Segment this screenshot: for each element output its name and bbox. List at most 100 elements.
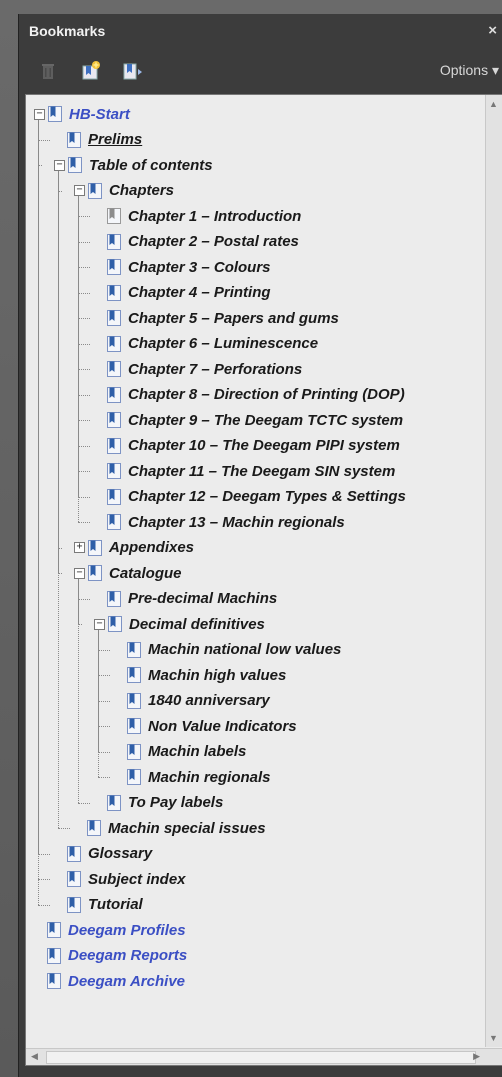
bookmarks-tree-container: − HB-Start Prelims − Table of contents − Chapt… xyxy=(25,94,502,1066)
bookmark-item[interactable]: To Pay labels xyxy=(94,792,223,814)
tree-connector xyxy=(78,267,90,268)
bookmark-item[interactable]: Chapter 5 – Papers and gums xyxy=(94,307,339,329)
bookmark-label: Non Value Indicators xyxy=(148,717,297,735)
options-menu[interactable]: Options ▾ xyxy=(440,62,499,79)
bookmark-item[interactable]: Chapter 2 – Postal rates xyxy=(94,231,299,253)
bookmark-item[interactable]: Deegam Archive xyxy=(34,970,185,992)
vertical-scrollbar[interactable]: ▲ ▼ xyxy=(485,95,502,1047)
bookmark-item[interactable]: − HB-Start xyxy=(34,103,130,125)
collapse-icon[interactable]: − xyxy=(74,185,85,196)
bookmark-label: Chapter 4 – Printing xyxy=(128,284,271,301)
bookmark-item[interactable]: Chapter 10 – The Deegam PIPI system xyxy=(94,435,400,457)
bookmark-label: 1840 anniversary xyxy=(148,692,270,709)
bookmark-label: Machin labels xyxy=(148,743,247,760)
collapse-icon[interactable]: − xyxy=(34,108,45,120)
expand-bookmark-icon[interactable] xyxy=(121,60,143,82)
bookmark-item[interactable]: Chapter 8 – Direction of Printing (DOP) xyxy=(94,384,405,406)
bookmark-item[interactable]: − Decimal definitives xyxy=(94,613,265,635)
scroll-left-icon[interactable]: ◀ xyxy=(31,1051,38,1062)
bookmark-item[interactable]: Deegam Reports xyxy=(34,945,187,967)
close-icon[interactable]: × xyxy=(488,22,497,39)
tree-connector xyxy=(78,394,90,396)
bookmark-item[interactable]: Chapter 3 – Colours xyxy=(94,256,271,278)
tree-connector xyxy=(78,343,90,345)
tree-connector xyxy=(78,369,90,370)
bookmark-label: Chapter 11 – The Deegam SIN system xyxy=(128,462,396,480)
bookmarks-panel: Bookmarks × Options ▾ − HB-Start Prelims… xyxy=(18,14,502,1077)
bookmark-icon xyxy=(107,310,121,326)
bookmark-item[interactable]: Chapter 9 – The Deegam TCTC system xyxy=(94,409,403,431)
bookmark-label: Chapter 1 – Introduction xyxy=(128,207,302,225)
bookmark-icon xyxy=(47,922,61,938)
collapse-icon[interactable]: − xyxy=(74,567,85,579)
bookmark-label: Machin high values xyxy=(148,666,287,684)
bookmark-item[interactable]: − Table of contents xyxy=(54,154,213,176)
bookmark-icon xyxy=(107,488,121,505)
bookmark-label: Catalogue xyxy=(109,564,182,582)
bookmark-label: Subject index xyxy=(88,870,186,888)
horizontal-scrollbar[interactable]: ◀ ▶ xyxy=(26,1048,502,1065)
bookmark-item[interactable]: Machin labels xyxy=(114,741,246,763)
chevron-down-icon: ▾ xyxy=(491,62,499,78)
bookmark-label: Prelims xyxy=(88,131,143,148)
bookmark-icon xyxy=(107,335,121,352)
collapse-icon[interactable]: − xyxy=(94,618,105,630)
tree-connector xyxy=(38,139,50,141)
tree-connector xyxy=(98,649,110,651)
trash-icon[interactable] xyxy=(37,60,59,82)
collapse-icon[interactable]: − xyxy=(54,159,65,171)
scroll-right-icon[interactable]: ▶ xyxy=(473,1051,480,1062)
bookmark-item[interactable]: Chapter 1 – Introduction xyxy=(94,205,301,227)
scroll-up-icon[interactable]: ▲ xyxy=(489,99,498,109)
bookmark-item[interactable]: Chapter 4 – Printing xyxy=(94,282,271,304)
tree-connector xyxy=(78,241,90,243)
bookmark-item[interactable]: Chapter 7 – Perforations xyxy=(94,358,302,380)
bookmark-item[interactable]: − Catalogue xyxy=(74,562,182,584)
bookmark-icon xyxy=(107,284,121,301)
bookmark-label: Appendixes xyxy=(109,539,195,556)
bookmark-item[interactable]: Glossary xyxy=(54,843,152,865)
bookmark-icon xyxy=(107,463,121,479)
bookmark-icon xyxy=(47,973,61,989)
bookmark-item[interactable]: Chapter 11 – The Deegam SIN system xyxy=(94,460,395,482)
bookmark-item[interactable]: Pre-decimal Machins xyxy=(94,588,277,610)
bookmark-label: Glossary xyxy=(88,845,153,862)
bookmark-icon xyxy=(127,667,141,683)
tree-connector xyxy=(58,547,62,549)
bookmark-item[interactable]: Tutorial xyxy=(54,894,143,916)
bookmark-item[interactable]: Machin regionals xyxy=(114,766,271,788)
bookmark-label: HB-Start xyxy=(69,105,130,123)
tree-connector xyxy=(78,624,82,625)
bookmark-label: Machin national low values xyxy=(148,641,342,658)
tree-connector xyxy=(78,802,90,804)
bookmark-label: Machin special issues xyxy=(108,819,266,837)
scroll-thumb[interactable] xyxy=(46,1051,476,1064)
bookmark-item[interactable]: Non Value Indicators xyxy=(114,715,297,737)
window-frame: Bookmarks × Options ▾ − HB-Start Prelims… xyxy=(0,0,502,1077)
bookmark-item[interactable]: Prelims xyxy=(54,129,142,151)
bookmark-icon xyxy=(127,769,141,785)
bookmark-item[interactable]: Chapter 6 – Luminescence xyxy=(94,333,318,355)
bookmark-label: Chapter 3 – Colours xyxy=(128,258,271,276)
bookmark-item[interactable]: Chapter 12 – Deegam Types & Settings xyxy=(94,486,406,508)
tree-connector xyxy=(78,522,90,523)
bookmark-item[interactable]: − Chapters xyxy=(74,180,174,202)
bookmark-icon xyxy=(127,692,141,709)
scroll-down-icon[interactable]: ▼ xyxy=(489,1033,498,1043)
bookmark-item[interactable]: Machin high values xyxy=(114,664,286,686)
bookmark-icon xyxy=(107,590,121,607)
bookmark-item[interactable]: Subject index xyxy=(54,868,186,890)
expand-icon[interactable]: + xyxy=(74,542,85,553)
new-bookmark-icon[interactable] xyxy=(79,60,101,82)
bookmark-item[interactable]: + Appendixes xyxy=(74,537,194,559)
bookmark-label: Chapter 7 – Perforations xyxy=(128,360,303,378)
bookmarks-toolbar: Options ▾ xyxy=(19,50,502,96)
bookmark-icon xyxy=(107,233,121,250)
panel-title: Bookmarks xyxy=(29,23,106,39)
bookmark-item[interactable]: Machin national low values xyxy=(114,639,341,661)
bookmark-item[interactable]: Machin special issues xyxy=(74,817,266,839)
bookmark-item[interactable]: Deegam Profiles xyxy=(34,919,186,941)
bookmark-item[interactable]: 1840 anniversary xyxy=(114,690,270,712)
options-label: Options xyxy=(439,62,489,78)
bookmark-item[interactable]: Chapter 13 – Machin regionals xyxy=(94,511,345,533)
